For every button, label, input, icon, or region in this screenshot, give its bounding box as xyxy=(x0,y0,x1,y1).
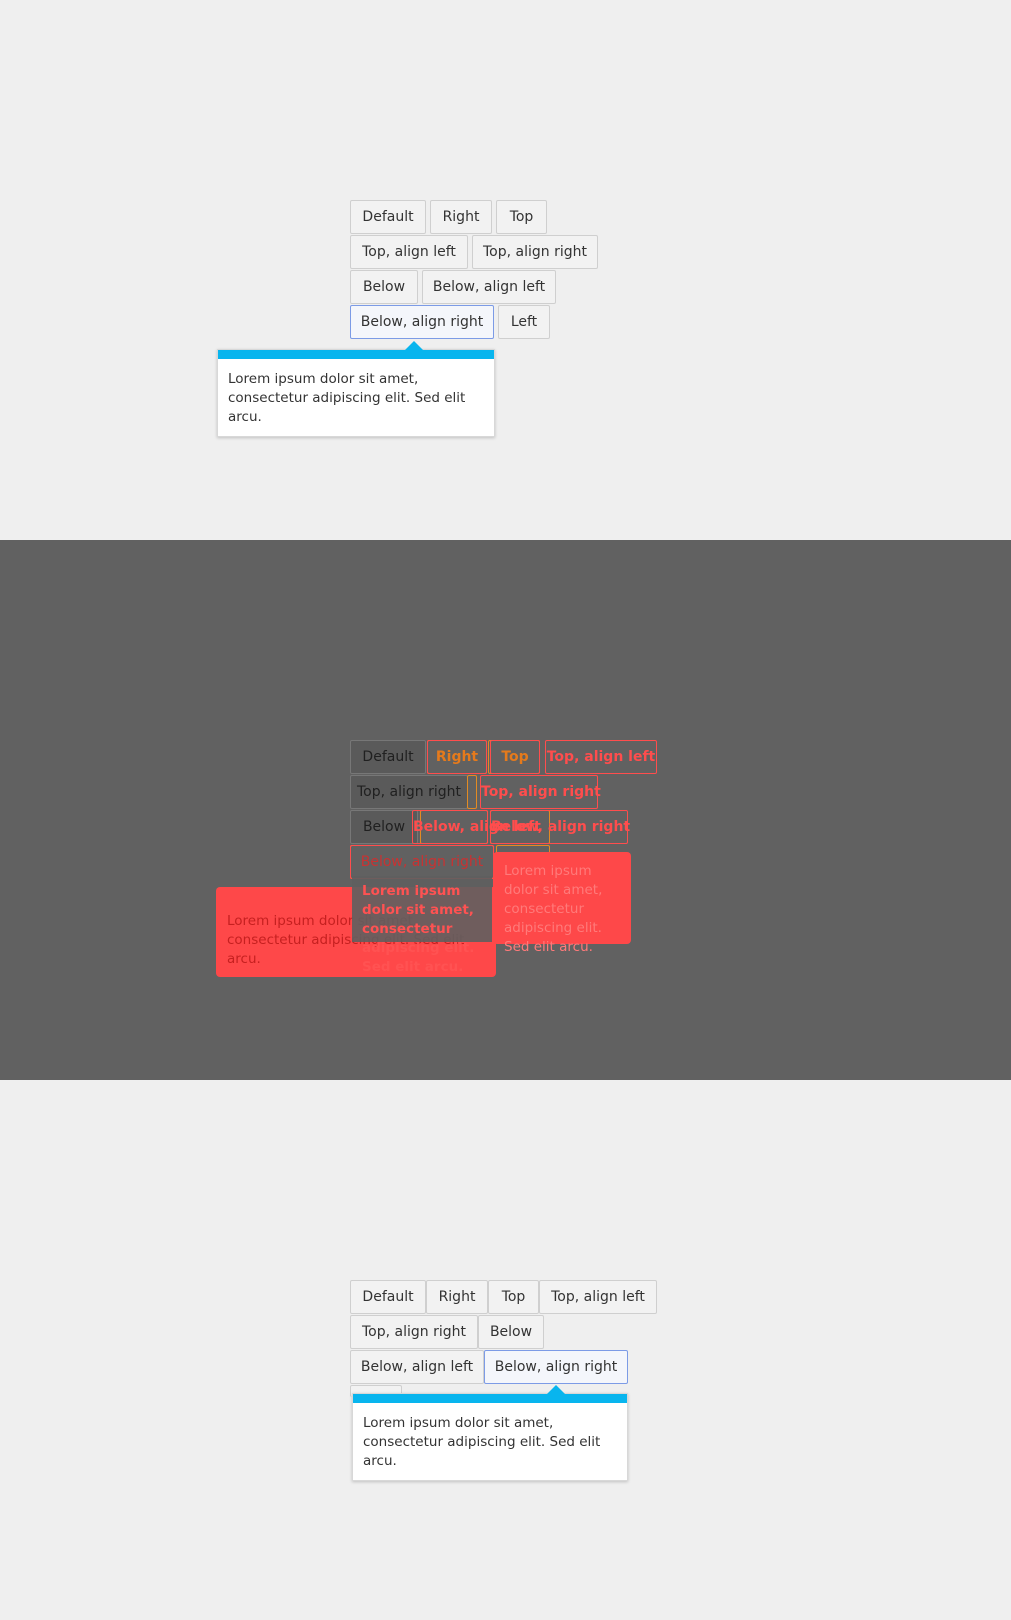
popover-accent-bar xyxy=(353,1394,627,1403)
debug-outline xyxy=(467,775,477,809)
below-button[interactable]: Below xyxy=(350,810,418,844)
right-button[interactable]: Right xyxy=(430,200,492,234)
popover-arrow xyxy=(405,341,423,350)
below-button[interactable]: Below xyxy=(478,1315,544,1349)
left-button[interactable]: Left xyxy=(498,305,550,339)
popover-text: Lorem ipsum dolor sit amet, consectetur … xyxy=(362,883,475,975)
below-button[interactable]: Below xyxy=(350,270,418,304)
top-align-right-button[interactable]: Top, align right xyxy=(350,1315,478,1349)
popover: Lorem ipsum dolor sit amet, consectetur … xyxy=(352,1385,628,1481)
top-align-left-button[interactable]: Top, align left xyxy=(539,1280,657,1314)
popover-accent-bar xyxy=(218,350,494,359)
below-align-right-button[interactable]: Below, align right xyxy=(350,845,494,879)
top-button[interactable]: Top xyxy=(496,200,547,234)
right-button[interactable]: Right xyxy=(426,1280,488,1314)
top-align-right-label: Top, align right xyxy=(480,775,601,809)
popover-text: Lorem ipsum dolor sit amet, consectetur … xyxy=(504,863,603,955)
below-align-left-button[interactable]: Below, align left xyxy=(412,810,541,844)
below-align-right-label: Below, align right xyxy=(490,810,630,844)
right-button[interactable]: Right xyxy=(427,740,487,774)
top-align-left-button[interactable]: Top, align left xyxy=(350,235,468,269)
popover-text: Lorem ipsum dolor sit amet, consectetur … xyxy=(228,371,466,425)
default-button[interactable]: Default xyxy=(350,740,426,774)
below-align-left-button[interactable]: Below, align left xyxy=(422,270,556,304)
debug-popover-right: Lorem ipsum dolor sit amet, consectetur … xyxy=(493,852,631,955)
debug-popover-ghost: Lorem ipsum dolor sit amet, consectetur … xyxy=(352,876,492,975)
popover-arrow xyxy=(547,1385,565,1394)
default-button[interactable]: Default xyxy=(350,1280,426,1314)
top-align-right-button[interactable]: Top, align right xyxy=(472,235,598,269)
top-button[interactable]: Top xyxy=(490,740,540,774)
debug-overlay-panel: Default Top, align right Below Right Top… xyxy=(0,540,1011,1080)
below-align-right-button[interactable]: Below, align right xyxy=(350,305,494,339)
demo-panel-bottom: Default Right Top Top, align left Top, a… xyxy=(0,1080,1011,1620)
default-button[interactable]: Default xyxy=(350,200,426,234)
popover-text: Lorem ipsum dolor sit amet, consectetur … xyxy=(363,1415,601,1469)
below-align-left-button[interactable]: Below, align left xyxy=(350,1350,484,1384)
top-align-left-button[interactable]: Top, align left xyxy=(545,740,657,774)
top-button[interactable]: Top xyxy=(488,1280,539,1314)
top-align-right-button[interactable]: Top, align right xyxy=(350,775,468,809)
popover: Lorem ipsum dolor sit amet, consectetur … xyxy=(217,341,495,437)
demo-panel-top: Default Right Top Top, align left Top, a… xyxy=(0,0,1011,540)
below-align-right-button[interactable]: Below, align right xyxy=(484,1350,628,1384)
